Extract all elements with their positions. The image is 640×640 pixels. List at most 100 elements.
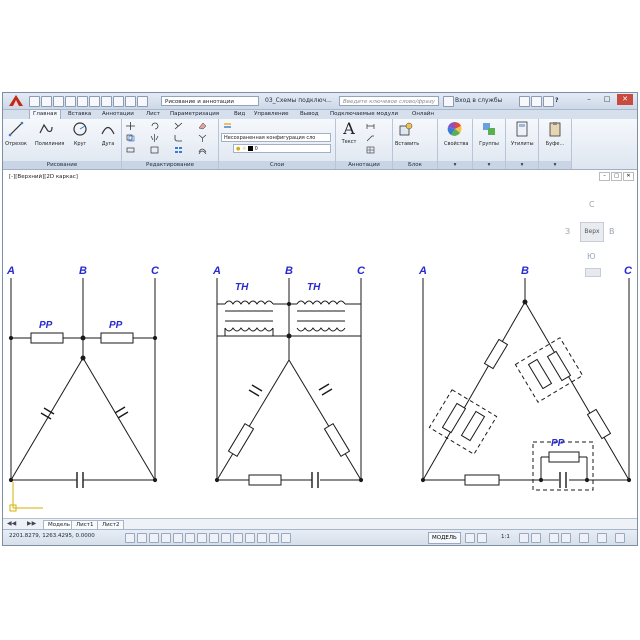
panel-modify-title[interactable]: Редактирование	[122, 161, 218, 169]
tab-parametric[interactable]: Параметризация	[167, 110, 222, 119]
panel-draw-title[interactable]: Рисование	[3, 161, 121, 169]
tab-layout[interactable]: Лист	[143, 110, 163, 119]
snap-mode-icon[interactable]	[137, 533, 147, 543]
properties-tool[interactable]: Свойства	[444, 121, 468, 147]
tab-output[interactable]: Вывод	[297, 110, 322, 119]
ucs-icon[interactable]	[9, 482, 43, 512]
dimension-icon[interactable]	[366, 122, 375, 130]
erase-icon[interactable]	[198, 122, 207, 130]
save-icon[interactable]	[53, 96, 64, 107]
line-tool[interactable]: Отрезок	[5, 121, 27, 147]
copy-icon[interactable]	[126, 134, 135, 142]
annotation-scale-label[interactable]: 1:1	[501, 534, 510, 540]
layer-state-combo[interactable]: Несохраненная конфигурация сло	[221, 133, 331, 142]
tab-plugins[interactable]: Подключаемые модули	[327, 110, 401, 119]
transparency-icon[interactable]	[257, 533, 267, 543]
explode-icon[interactable]	[198, 134, 207, 142]
tab-view[interactable]: Вид	[231, 110, 248, 119]
share-icon[interactable]	[113, 96, 124, 107]
panel-properties-expander[interactable]: ▾	[438, 161, 472, 169]
tab-home[interactable]: Главная	[29, 109, 61, 119]
tab-scroll-next-icon[interactable]: ▶▶	[27, 520, 36, 527]
quick-properties-icon[interactable]	[269, 533, 279, 543]
tab-scroll-first-icon[interactable]: ◀◀	[7, 520, 16, 527]
tab-annotate[interactable]: Аннотации	[99, 110, 137, 119]
autocad-logo-icon[interactable]	[6, 94, 26, 108]
object-snap-tracking-icon[interactable]	[209, 533, 219, 543]
quick-access-more-icon[interactable]	[137, 96, 148, 107]
clipboard-tool[interactable]: Буфе...	[544, 121, 566, 147]
open-file-icon[interactable]	[41, 96, 52, 107]
layer-properties-icon[interactable]	[223, 122, 232, 130]
move-icon[interactable]	[126, 122, 135, 130]
workspace-switching-icon[interactable]	[549, 533, 559, 543]
cursor-coordinates[interactable]: 2201.8279, 1263.4295, 0.0000	[9, 533, 95, 539]
drawing-canvas[interactable]: [-][Верхний][2D каркас] – □ ✕ С З Верх В…	[3, 170, 637, 518]
panel-clipboard-expander[interactable]: ▾	[539, 161, 571, 169]
new-file-icon[interactable]	[29, 96, 40, 107]
infer-constraints-icon[interactable]	[125, 533, 135, 543]
undo-icon[interactable]	[89, 96, 100, 107]
print-icon[interactable]	[77, 96, 88, 107]
rotate-icon[interactable]	[150, 122, 159, 130]
search-input[interactable]: Введите ключевое слово/фразу	[339, 96, 439, 106]
tab-insert[interactable]: Вставка	[65, 110, 94, 119]
quick-view-layouts-icon[interactable]	[465, 533, 475, 543]
close-icon[interactable]: ✕	[617, 94, 633, 105]
mirror-icon[interactable]	[150, 134, 159, 142]
dynamic-ucs-icon[interactable]	[221, 533, 231, 543]
model-space-button[interactable]: МОДЕЛЬ	[428, 532, 461, 544]
panel-annotation-title[interactable]: Аннотации	[336, 161, 392, 169]
offset-icon[interactable]	[198, 146, 207, 154]
exchange-icon[interactable]	[519, 96, 530, 107]
help-icon[interactable]	[543, 96, 554, 107]
panel-groups-expander[interactable]: ▾	[473, 161, 505, 169]
lock-ui-icon[interactable]	[561, 533, 571, 543]
leader-icon[interactable]	[366, 134, 375, 142]
save-as-icon[interactable]	[65, 96, 76, 107]
lineweight-icon[interactable]	[245, 533, 255, 543]
grid-display-icon[interactable]	[149, 533, 159, 543]
workspace-select[interactable]: Рисование и аннотации	[161, 96, 259, 106]
clean-screen-icon[interactable]	[615, 533, 625, 543]
search-icon[interactable]	[443, 96, 454, 107]
autoscale-icon[interactable]	[531, 533, 541, 543]
isolate-objects-icon[interactable]	[597, 533, 607, 543]
tab-online[interactable]: Онлайн	[409, 110, 437, 119]
polar-tracking-icon[interactable]	[173, 533, 183, 543]
panel-layers-title[interactable]: Слои	[219, 161, 335, 169]
star-icon[interactable]	[531, 96, 542, 107]
dynamic-input-icon[interactable]	[233, 533, 243, 543]
panel-block-title[interactable]: Блок	[393, 161, 437, 169]
help-label[interactable]: ?	[555, 95, 558, 107]
utilities-tool[interactable]: Утилиты	[511, 121, 534, 147]
tab-manage[interactable]: Управление	[251, 110, 292, 119]
quick-view-drawings-icon[interactable]	[477, 533, 487, 543]
panel-utilities-expander[interactable]: ▾	[506, 161, 538, 169]
fillet-icon[interactable]	[174, 134, 183, 142]
selection-cycling-icon[interactable]	[281, 533, 291, 543]
polyline-tool[interactable]: Полилиния	[35, 121, 64, 147]
relay-label-1b: РР	[109, 320, 123, 331]
insert-block-tool[interactable]: Вставить	[395, 121, 419, 147]
groups-tool[interactable]: Группы	[478, 121, 500, 147]
arc-tool[interactable]: Дуга	[97, 121, 119, 147]
redo-icon[interactable]	[101, 96, 112, 107]
table-icon[interactable]	[366, 146, 375, 154]
annotation-visibility-icon[interactable]	[519, 533, 529, 543]
scale-icon[interactable]	[150, 146, 159, 154]
plot-icon[interactable]	[125, 96, 136, 107]
object-snap-icon[interactable]	[185, 533, 195, 543]
maximize-icon[interactable]: □	[599, 94, 615, 105]
stretch-icon[interactable]	[126, 146, 135, 154]
array-icon[interactable]	[174, 146, 183, 154]
text-tool[interactable]: A Текст	[338, 121, 360, 146]
minimize-icon[interactable]: –	[581, 94, 597, 105]
trim-icon[interactable]	[174, 122, 183, 130]
layer-combo[interactable]: ● ☼ 0	[233, 144, 331, 153]
circle-tool[interactable]: Круг	[69, 121, 91, 147]
signin-link[interactable]: Вход в службы	[455, 95, 502, 107]
ortho-mode-icon[interactable]	[161, 533, 171, 543]
3d-object-snap-icon[interactable]	[197, 533, 207, 543]
hardware-acceleration-icon[interactable]	[579, 533, 589, 543]
